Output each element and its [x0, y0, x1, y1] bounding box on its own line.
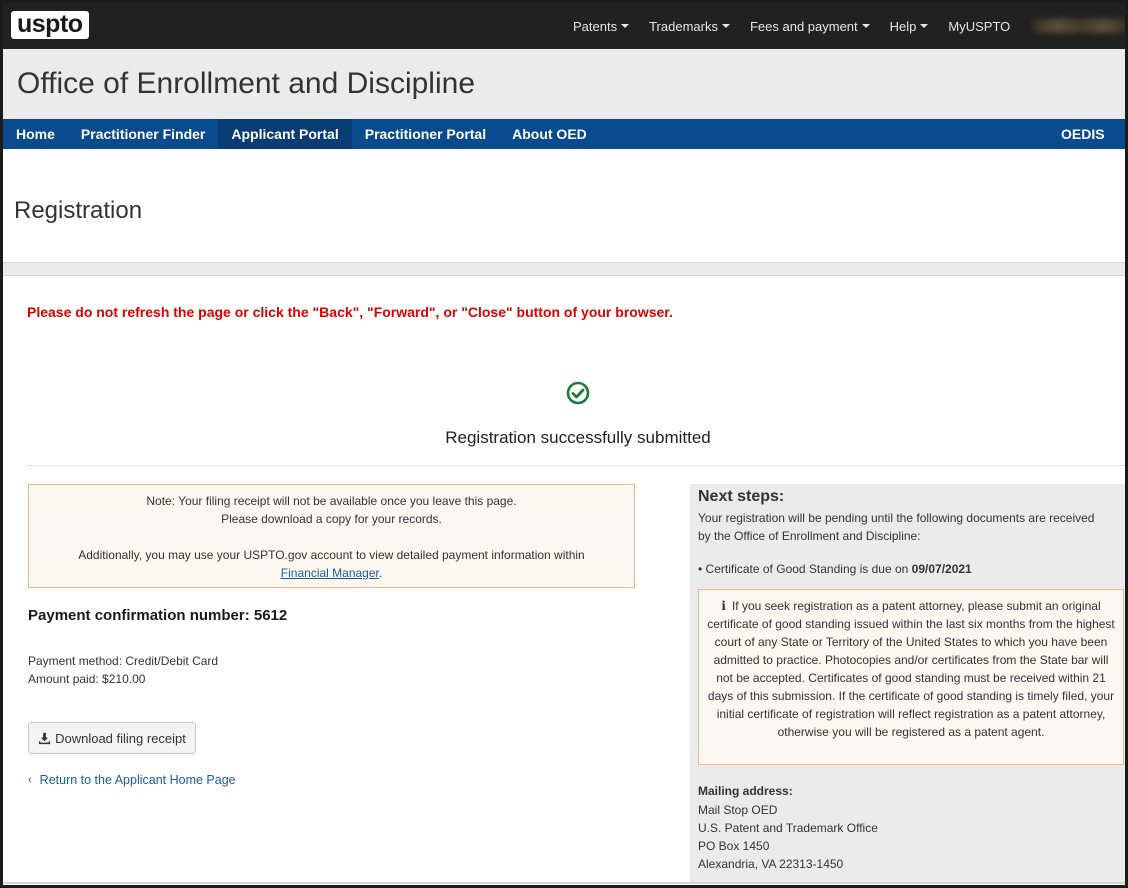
note-suffix: . — [379, 566, 382, 580]
browser-frame: uspto Patents Trademarks Fees and paymen… — [0, 0, 1128, 888]
next-steps-panel: Next steps: Your registration will be pe… — [690, 484, 1128, 884]
payment-method: Payment method: Credit/Debit Card — [28, 652, 218, 670]
tab-oedis-help[interactable]: OEDIS Help — [1048, 119, 1128, 149]
note-line-1: Note: Your filing receipt will not be av… — [29, 492, 634, 510]
attorney-info-text: If you seek registration as a patent att… — [707, 599, 1115, 739]
mailing-address: Mail Stop OED U.S. Patent and Trademark … — [698, 801, 878, 873]
menu-myuspto[interactable]: MyUSPTO — [948, 19, 1010, 34]
menu-help[interactable]: Help — [890, 19, 929, 34]
info-icon: i — [721, 599, 726, 613]
tab-practitioner-finder[interactable]: Practitioner Finder — [68, 119, 218, 149]
caret-down-icon — [920, 24, 928, 28]
download-receipt-button[interactable]: Download filing receipt — [28, 722, 196, 754]
due-date-prefix: • Certificate of Good Standing is due on — [698, 562, 912, 576]
return-home-link[interactable]: ‹ Return to the Applicant Home Page — [28, 773, 236, 787]
due-date-item: • Certificate of Good Standing is due on… — [698, 562, 972, 576]
amount-paid: Amount paid: $210.00 — [28, 670, 218, 688]
check-circle-icon — [566, 381, 590, 405]
financial-manager-link[interactable]: Financial Manager — [281, 566, 379, 580]
main-nav: Home Practitioner Finder Applicant Porta… — [3, 119, 1128, 149]
chevron-left-icon: ‹ — [28, 774, 32, 786]
note-line-2: Please download a copy for your records. — [29, 510, 634, 528]
menu-trademarks[interactable]: Trademarks — [649, 19, 730, 34]
site-title: Office of Enrollment and Discipline — [17, 67, 475, 101]
site-header: Office of Enrollment and Discipline — [3, 49, 1128, 119]
oedis-help-label: OEDIS Help — [1061, 126, 1105, 172]
uspto-logo[interactable]: uspto — [11, 11, 89, 39]
mail-line: Alexandria, VA 22313-1450 — [698, 855, 878, 873]
menu-fees[interactable]: Fees and payment — [750, 19, 870, 34]
top-menu: Patents Trademarks Fees and payment Help… — [573, 3, 1030, 49]
payment-confirmation: Payment confirmation number: 5612 — [28, 607, 287, 624]
caret-down-icon — [862, 24, 870, 28]
redacted-user-name[interactable] — [1033, 19, 1128, 33]
payment-details: Payment method: Credit/Debit Card Amount… — [28, 652, 218, 688]
caret-down-icon — [621, 24, 629, 28]
tab-about-oed[interactable]: About OED — [499, 119, 600, 149]
page-title: Registration — [14, 197, 142, 225]
mail-line: PO Box 1450 — [698, 837, 878, 855]
tab-practitioner-portal[interactable]: Practitioner Portal — [352, 119, 499, 149]
menu-myuspto-label: MyUSPTO — [948, 19, 1010, 34]
browser-warning: Please do not refresh the page or click … — [27, 304, 673, 320]
download-button-label: Download filing receipt — [55, 731, 186, 746]
menu-help-label: Help — [890, 19, 917, 34]
attorney-info-box: iIf you seek registration as a patent at… — [698, 589, 1124, 765]
tab-home[interactable]: Home — [3, 119, 68, 149]
return-link-label: Return to the Applicant Home Page — [40, 773, 236, 787]
mailing-address-title: Mailing address: — [698, 784, 793, 798]
download-icon — [38, 732, 51, 745]
top-navbar: uspto Patents Trademarks Fees and paymen… — [3, 3, 1128, 49]
mail-line: U.S. Patent and Trademark Office — [698, 819, 878, 837]
due-date: 09/07/2021 — [912, 562, 972, 576]
next-steps-intro: Your registration will be pending until … — [698, 509, 1098, 545]
menu-fees-label: Fees and payment — [750, 19, 858, 34]
menu-patents-label: Patents — [573, 19, 617, 34]
mail-line: Mail Stop OED — [698, 801, 878, 819]
success-message: Registration successfully submitted — [3, 428, 1128, 448]
note-line-3: Additionally, you may use your USPTO.gov… — [29, 546, 634, 564]
menu-patents[interactable]: Patents — [573, 19, 629, 34]
note-line-4: Financial Manager. — [29, 564, 634, 582]
tab-applicant-portal[interactable]: Applicant Portal — [218, 119, 351, 149]
next-steps-title: Next steps: — [698, 488, 784, 506]
caret-down-icon — [722, 24, 730, 28]
menu-trademarks-label: Trademarks — [649, 19, 718, 34]
receipt-note: Note: Your filing receipt will not be av… — [28, 484, 635, 588]
footer-divider — [3, 882, 1128, 884]
section-divider — [3, 262, 1128, 276]
divider — [27, 465, 1128, 466]
